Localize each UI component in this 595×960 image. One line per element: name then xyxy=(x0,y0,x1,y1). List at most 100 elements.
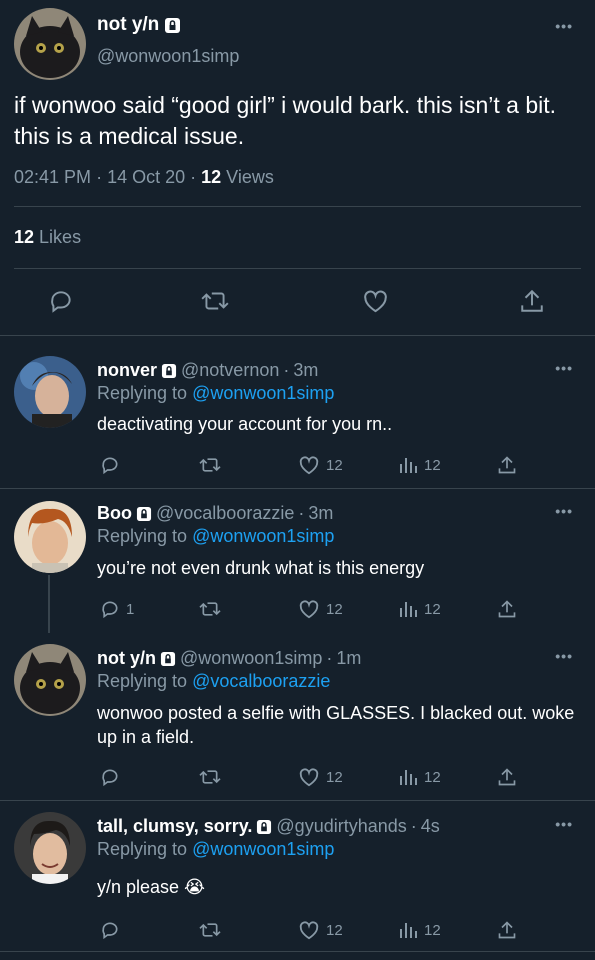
avatar[interactable] xyxy=(14,644,86,716)
handle[interactable]: @vocalboorazzie xyxy=(156,503,294,524)
replying-label: Replying to xyxy=(97,671,188,691)
likes-count: 12 xyxy=(14,227,35,247)
like-button[interactable]: 12 xyxy=(298,767,343,787)
views-label: Views xyxy=(226,167,274,187)
reply-count: 1 xyxy=(126,600,135,618)
tweet-date[interactable]: 14 Oct 20 xyxy=(107,167,185,187)
retweet-icon[interactable] xyxy=(200,288,230,314)
replying-handle[interactable]: @vocalboorazzie xyxy=(192,671,330,691)
views-button[interactable]: 12 xyxy=(398,920,441,940)
display-name[interactable]: Boo xyxy=(97,503,132,524)
reply-tweet[interactable]: tall, clumsy, sorry. @gyudirtyhands · 4s… xyxy=(0,801,595,952)
separator: · xyxy=(298,503,305,523)
reply-button[interactable] xyxy=(100,920,126,940)
retweet-button[interactable] xyxy=(198,920,222,940)
share-icon xyxy=(497,455,517,475)
retweet-button[interactable] xyxy=(198,767,222,787)
thread-line xyxy=(48,575,50,633)
views-button[interactable]: 12 xyxy=(398,599,441,619)
display-name[interactable]: not y/n xyxy=(97,14,181,36)
more-icon[interactable]: ••• xyxy=(555,18,573,34)
reply-time[interactable]: 4s xyxy=(421,816,440,837)
reply-icon xyxy=(100,599,120,619)
display-name[interactable]: not y/n xyxy=(97,648,156,669)
more-icon[interactable]: ••• xyxy=(555,503,573,519)
views-icon xyxy=(398,920,418,940)
handle[interactable]: @wonwoon1simp xyxy=(180,648,322,669)
share-button[interactable] xyxy=(497,599,517,619)
share-icon[interactable] xyxy=(520,288,544,314)
retweet-icon xyxy=(198,920,222,940)
lock-icon xyxy=(256,819,272,835)
reply-time[interactable]: 3m xyxy=(293,360,318,381)
reply-button[interactable] xyxy=(100,455,126,475)
more-icon[interactable]: ••• xyxy=(555,648,573,664)
more-icon[interactable]: ••• xyxy=(555,816,573,832)
reply-header: tall, clumsy, sorry. @gyudirtyhands · 4s xyxy=(97,816,440,837)
replying-to: Replying to @vocalboorazzie xyxy=(97,671,330,692)
share-button[interactable] xyxy=(497,767,517,787)
views-icon xyxy=(398,767,418,787)
like-count: 12 xyxy=(326,600,343,618)
heart-icon xyxy=(298,599,320,619)
reply-button[interactable]: 1 xyxy=(100,599,134,619)
handle[interactable]: @notvernon xyxy=(181,360,279,381)
replying-label: Replying to xyxy=(97,383,188,403)
replying-to: Replying to @wonwoon1simp xyxy=(97,526,334,547)
separator: · xyxy=(283,360,290,380)
likes-row[interactable]: 12 Likes xyxy=(14,227,81,248)
retweet-button[interactable] xyxy=(198,599,222,619)
reply-button[interactable] xyxy=(100,767,126,787)
separator: · xyxy=(410,816,417,836)
main-tweet: not y/n @wonwoon1simp ••• if wonwoo said… xyxy=(0,0,595,336)
reply-tweet[interactable]: not y/n @wonwoon1simp · 1m ••• Replying … xyxy=(0,633,595,801)
views-button[interactable]: 12 xyxy=(398,767,441,787)
views-button[interactable]: 12 xyxy=(398,455,441,475)
more-icon[interactable]: ••• xyxy=(555,360,573,376)
like-button[interactable]: 12 xyxy=(298,599,343,619)
handle[interactable]: @gyudirtyhands xyxy=(276,816,406,837)
like-count: 12 xyxy=(326,456,343,474)
reply-time[interactable]: 1m xyxy=(336,648,361,669)
like-button[interactable]: 12 xyxy=(298,920,343,940)
divider xyxy=(14,206,581,207)
avatar[interactable] xyxy=(14,812,86,884)
heart-icon xyxy=(298,455,320,475)
display-name[interactable]: nonver xyxy=(97,360,157,381)
tweet-time[interactable]: 02:41 PM xyxy=(14,167,91,187)
retweet-icon xyxy=(198,599,222,619)
reply-header: nonver @notvernon · 3m xyxy=(97,360,318,381)
reply-tweet[interactable]: nonver @notvernon · 3m ••• Replying to @… xyxy=(0,336,595,489)
avatar[interactable] xyxy=(14,356,86,428)
reply-time[interactable]: 3m xyxy=(308,503,333,524)
separator: · xyxy=(326,648,333,668)
likes-label: Likes xyxy=(39,227,82,247)
views-icon xyxy=(398,455,418,475)
replying-to: Replying to @wonwoon1simp xyxy=(97,839,334,860)
reply-header: not y/n @wonwoon1simp · 1m xyxy=(97,648,361,669)
retweet-button[interactable] xyxy=(198,455,222,475)
retweet-icon xyxy=(198,455,222,475)
handle[interactable]: @wonwoon1simp xyxy=(97,46,239,67)
replying-handle[interactable]: @wonwoon1simp xyxy=(192,526,334,546)
replying-handle[interactable]: @wonwoon1simp xyxy=(192,839,334,859)
share-button[interactable] xyxy=(497,920,517,940)
reply-tweet[interactable]: Boo @vocalboorazzie · 3m ••• Replying to… xyxy=(0,489,595,633)
replying-to: Replying to @wonwoon1simp xyxy=(97,383,334,404)
replying-handle[interactable]: @wonwoon1simp xyxy=(192,383,334,403)
lock-icon xyxy=(161,363,177,379)
reply-icon[interactable] xyxy=(48,288,74,314)
display-name[interactable]: tall, clumsy, sorry. xyxy=(97,816,252,837)
like-count: 12 xyxy=(326,768,343,786)
heart-icon xyxy=(298,767,320,787)
like-button[interactable]: 12 xyxy=(298,455,343,475)
reply-text: y/n please 😭 xyxy=(97,877,206,897)
replying-label: Replying to xyxy=(97,839,188,859)
like-count: 12 xyxy=(326,921,343,939)
avatar[interactable] xyxy=(14,8,86,80)
view-count: 12 xyxy=(424,456,441,474)
share-button[interactable] xyxy=(497,455,517,475)
avatar[interactable] xyxy=(14,501,86,573)
display-name-text[interactable]: not y/n xyxy=(97,14,159,36)
heart-icon[interactable] xyxy=(362,288,389,314)
